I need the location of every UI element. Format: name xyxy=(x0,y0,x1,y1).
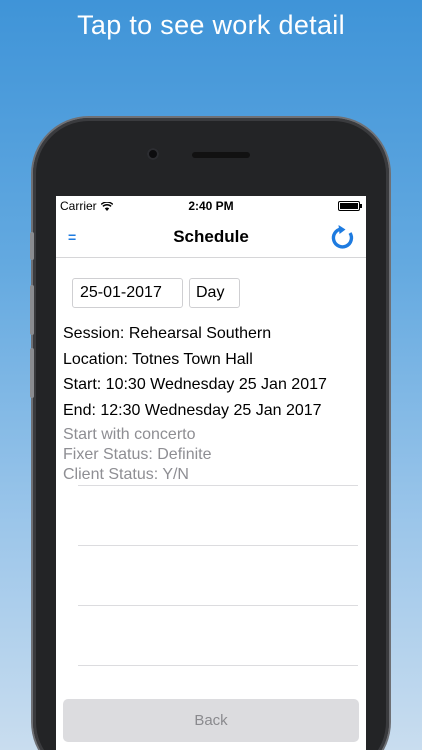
back-button[interactable]: Back xyxy=(63,699,359,742)
date-picker-field[interactable]: 25-01-2017 xyxy=(72,278,183,308)
phone-volume-down xyxy=(30,348,34,398)
event-note: Start with concerto xyxy=(63,426,196,443)
list-divider xyxy=(78,605,358,606)
phone-mute-switch xyxy=(30,232,34,260)
phone-volume-up xyxy=(30,285,34,335)
app-screen: Carrier 2:40 PM = Schedule 25-01-2017 Da… xyxy=(56,196,366,750)
event-location: Location: Totnes Town Hall xyxy=(63,350,253,368)
client-status: Client Status: Y/N xyxy=(63,466,189,483)
promo-banner-text: Tap to see work detail xyxy=(77,10,345,40)
battery-level xyxy=(340,203,358,209)
list-divider xyxy=(78,545,358,546)
phone-camera xyxy=(147,148,159,160)
event-end: End: 12:30 Wednesday 25 Jan 2017 xyxy=(63,401,322,419)
fixer-status: Fixer Status: Definite xyxy=(63,446,212,463)
event-session: Session: Rehearsal Southern xyxy=(63,325,272,342)
status-time: 2:40 PM xyxy=(188,199,234,213)
refresh-button[interactable] xyxy=(330,224,356,250)
view-mode-selector[interactable]: Day xyxy=(189,278,240,308)
battery-icon xyxy=(338,201,362,211)
event-notes: Start with concerto Fixer Status: Defini… xyxy=(63,425,363,485)
status-bar: Carrier 2:40 PM xyxy=(56,196,366,216)
page-title: Schedule xyxy=(173,227,249,246)
event-details[interactable]: Session: Rehearsal Southern Location: To… xyxy=(63,321,363,423)
list-divider xyxy=(78,665,358,666)
navigation-bar: = Schedule xyxy=(56,216,366,258)
refresh-icon xyxy=(331,225,354,249)
event-start: Start: 10:30 Wednesday 25 Jan 2017 xyxy=(63,376,327,393)
filter-controls: 25-01-2017 Day xyxy=(72,278,240,308)
list-divider xyxy=(78,485,358,486)
phone-speaker xyxy=(192,152,250,158)
